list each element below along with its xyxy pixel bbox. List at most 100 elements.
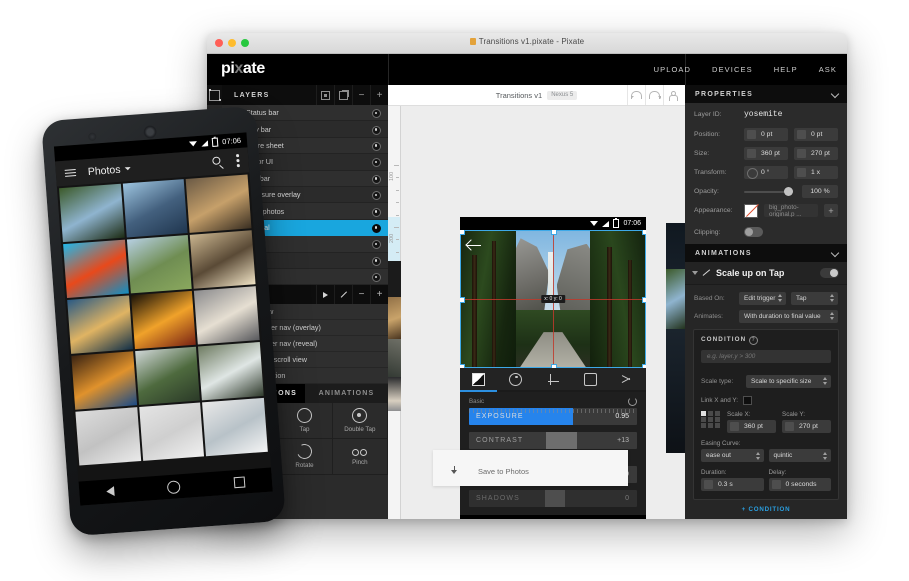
remove-layer-button[interactable]: − xyxy=(352,85,370,105)
nav-devices[interactable]: DEVICES xyxy=(712,65,753,74)
photo-thumbnail[interactable] xyxy=(138,402,205,461)
photo-thumbnail[interactable] xyxy=(63,239,129,299)
share-button[interactable] xyxy=(663,85,681,105)
opacity-knob[interactable] xyxy=(784,187,793,196)
phone-screen[interactable]: 07:06 Photos xyxy=(53,132,273,506)
photo-thumbnail[interactable] xyxy=(130,290,197,350)
shadows-slider[interactable]: SHADOWS 0 xyxy=(469,490,637,507)
edit-pen-button[interactable] xyxy=(334,285,352,305)
layer-visibility-toggle[interactable] xyxy=(372,256,381,266)
photo-thumbnail[interactable] xyxy=(122,179,188,238)
photo-thumbnail[interactable] xyxy=(194,286,260,345)
gesture-pinch[interactable]: Pinch xyxy=(332,439,388,476)
layer-visibility-toggle[interactable] xyxy=(372,174,381,184)
reset-icon[interactable] xyxy=(628,397,637,406)
link-xy-checkbox[interactable] xyxy=(743,395,752,405)
easing-select[interactable]: ease out xyxy=(701,449,764,462)
position-x-field[interactable]: 0 pt xyxy=(744,128,788,141)
undo-button[interactable] xyxy=(627,85,645,105)
animation-enable-toggle[interactable] xyxy=(820,268,839,278)
condition-input[interactable]: e.g. layer.y > 300 xyxy=(701,350,831,363)
nav-help[interactable]: HELP xyxy=(774,65,798,74)
animation-scale-header[interactable]: Scale up on Tap xyxy=(685,262,847,285)
layer-visibility-toggle[interactable] xyxy=(372,109,381,119)
based-on-select[interactable]: Edit trigger xyxy=(739,291,786,305)
layer-visibility-toggle[interactable] xyxy=(372,125,381,135)
opacity-slider[interactable] xyxy=(744,187,793,196)
layer-visibility-toggle[interactable] xyxy=(372,240,381,250)
layer-visibility-toggle[interactable] xyxy=(372,191,381,201)
layer-visibility-toggle[interactable] xyxy=(372,158,381,168)
frame-tab[interactable] xyxy=(572,372,609,386)
properties-header[interactable]: PROPERTIES xyxy=(685,85,847,103)
photo-thumbnail[interactable] xyxy=(67,295,133,354)
nav-upload[interactable]: UPLOAD xyxy=(654,65,691,74)
layer-visibility-toggle[interactable] xyxy=(372,223,381,233)
device-chip[interactable]: Nexus 5 xyxy=(547,90,578,100)
nav-back-icon[interactable] xyxy=(105,486,115,497)
canvas-area[interactable]: -1000100200300400 100200300400 xyxy=(388,85,685,519)
opacity-value[interactable]: 100 % xyxy=(802,185,838,198)
color-tab[interactable] xyxy=(497,372,534,386)
hamburger-icon[interactable] xyxy=(64,168,77,178)
back-arrow-icon[interactable] xyxy=(467,239,482,251)
photo-thumbnail[interactable] xyxy=(59,183,125,243)
exposure-slider[interactable]: EXPOSURE 0.95 xyxy=(469,408,637,425)
photo-thumbnail[interactable] xyxy=(75,407,141,466)
size-height-field[interactable]: 270 pt xyxy=(794,147,838,160)
add-condition-link[interactable]: + CONDITION xyxy=(685,500,847,517)
exposure-tab[interactable] xyxy=(460,372,497,386)
nav-ask[interactable]: ASK xyxy=(819,65,837,74)
redo-button[interactable] xyxy=(645,85,663,105)
photo-thumbnail[interactable] xyxy=(190,230,256,289)
select-tool-button[interactable] xyxy=(207,85,222,105)
artboard-photos-left[interactable] xyxy=(388,261,401,411)
scale-y-field[interactable]: 270 pt xyxy=(782,420,831,433)
kebab-menu-icon[interactable] xyxy=(235,154,240,168)
remove-scene-button[interactable]: − xyxy=(352,285,370,305)
duplicate-button[interactable] xyxy=(334,85,352,105)
share-tab[interactable] xyxy=(609,374,646,385)
tab-animations[interactable]: ANIMATIONS xyxy=(305,384,388,403)
group-button[interactable] xyxy=(316,85,334,105)
scale-field[interactable]: 1 x xyxy=(794,166,838,179)
scale-type-select[interactable]: Scale to specific size xyxy=(746,374,831,388)
help-icon[interactable]: ? xyxy=(749,336,759,345)
add-appearance-button[interactable]: + xyxy=(824,204,838,217)
add-layer-button[interactable]: + xyxy=(370,85,388,105)
photo-thumbnail[interactable] xyxy=(71,351,137,410)
nav-home-icon[interactable] xyxy=(167,479,182,494)
play-button[interactable] xyxy=(316,285,334,305)
gesture-rotate[interactable]: Rotate xyxy=(277,439,333,476)
layer-visibility-toggle[interactable] xyxy=(372,141,381,151)
rotation-field[interactable]: 0 ° xyxy=(744,166,788,179)
gesture-tap[interactable]: Tap xyxy=(277,403,333,440)
layer-visibility-toggle[interactable] xyxy=(372,207,381,217)
contrast-slider[interactable]: CONTRAST +13 xyxy=(469,432,637,449)
layer-visibility-toggle[interactable] xyxy=(372,273,381,283)
layer-id-value[interactable]: yosemite xyxy=(744,110,782,119)
photo-thumbnail[interactable] xyxy=(185,174,252,233)
animations-header[interactable]: ANIMATIONS xyxy=(685,244,847,262)
gesture-double-tap[interactable]: Double Tap xyxy=(332,403,388,440)
appearance-filename[interactable]: big_photo-original.p ... xyxy=(764,204,818,217)
clipping-toggle[interactable] xyxy=(744,227,763,237)
crop-tab[interactable] xyxy=(534,373,571,385)
easing-kind-select[interactable]: quintic xyxy=(768,449,831,462)
photo-thumbnail[interactable] xyxy=(134,346,201,406)
photo-thumbnail[interactable] xyxy=(198,342,264,401)
search-icon[interactable] xyxy=(212,156,223,167)
photo-thumbnail[interactable] xyxy=(202,397,268,457)
scale-x-field[interactable]: 360 pt xyxy=(727,420,776,433)
add-scene-button[interactable]: + xyxy=(370,285,388,305)
appearance-swatch[interactable] xyxy=(744,203,758,218)
artboard-editor-right[interactable] xyxy=(666,223,685,453)
preview-photo[interactable]: x: 0 y: 0 xyxy=(460,230,646,368)
animates-select[interactable]: With duration to final value xyxy=(739,309,838,323)
nav-recents-icon[interactable] xyxy=(233,475,246,488)
trigger-select[interactable]: Tap xyxy=(791,291,838,305)
photo-thumbnail[interactable] xyxy=(126,234,193,294)
duration-field[interactable]: 0.3 s xyxy=(701,478,764,491)
anchor-point-grid[interactable] xyxy=(701,411,721,428)
disclosure-triangle-icon[interactable] xyxy=(692,271,698,275)
